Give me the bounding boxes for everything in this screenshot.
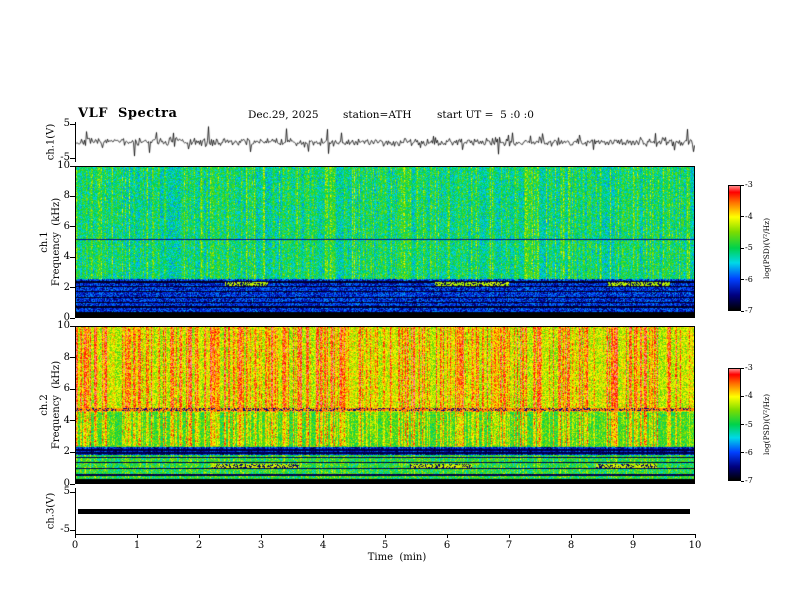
- cbar2-tick-mark: [741, 480, 744, 482]
- cbar1-tick-label: -5: [745, 243, 753, 252]
- ch1-waveform-trace: [75, 122, 695, 162]
- cbar1-tick-label: -4: [745, 211, 753, 221]
- wave3-ytick-mark: [70, 491, 75, 493]
- cbar2-tick-label: -7: [745, 476, 753, 485]
- ch3-flat-line: [78, 509, 690, 514]
- time-tick-mark: [571, 534, 572, 538]
- spec1-ytick-mark: [70, 165, 75, 167]
- spec2-ytick-label: 8: [63, 351, 70, 363]
- time-tick-mark: [75, 534, 76, 538]
- cbar2-tick-label: -3: [745, 363, 753, 372]
- spec2-ytick-mark: [70, 325, 75, 327]
- header-start-ut: start UT = 5 :0 :0: [437, 109, 534, 121]
- wave3-ytick-label: -5: [60, 524, 70, 535]
- spec1-ytick-label: 2: [63, 281, 70, 293]
- ch2-frequency-axis: ch.2 Frequency (kHz): [34, 326, 68, 484]
- colorbar-ch2: [728, 368, 741, 481]
- wave3-ytick-mark: [70, 529, 75, 531]
- time-tick-label: 4: [319, 540, 327, 551]
- spec2-ytick-mark: [70, 357, 75, 359]
- cbar2-tick-mark: [741, 367, 744, 369]
- cbar2-tick-mark: [741, 452, 744, 454]
- cbar1-tick-mark: [741, 216, 744, 217]
- ch1-waveform-left-axis: [75, 122, 76, 162]
- ch2-spectrogram-panel: [75, 326, 695, 484]
- spec1-ytick-mark: [70, 287, 75, 289]
- time-tick-mark: [261, 534, 262, 538]
- cbar2-tick-mark: [741, 424, 744, 425]
- ch2-spectrogram: [76, 327, 694, 483]
- wave1-ytick-label: -5: [60, 152, 70, 163]
- cbar2-tick-mark: [741, 395, 744, 397]
- cbar1-tick-mark: [741, 279, 744, 280]
- spec2-ytick-mark: [70, 420, 75, 422]
- time-axis-label: Time (min): [367, 552, 427, 563]
- time-tick-mark: [509, 534, 510, 538]
- spec1-ytick-mark: [70, 226, 75, 228]
- time-tick-label: 5: [381, 540, 389, 551]
- time-tick-label: 0: [71, 540, 79, 551]
- cbar1-tick-label: -6: [745, 274, 753, 284]
- spec1-ytick-mark: [70, 256, 75, 258]
- ch3-left-axis: [75, 488, 76, 534]
- time-tick-mark: [385, 534, 386, 538]
- spec2-ytick-mark: [70, 451, 75, 453]
- spec2-ytick-label: 2: [63, 446, 70, 458]
- vlf-spectra-figure: VLF Spectra Dec.29, 2025 station=ATH sta…: [0, 0, 792, 612]
- colorbar1-label: log(PSD)(V²/Hz): [762, 217, 772, 279]
- wave1-ytick-mark: [70, 123, 75, 125]
- spec1-ytick-label: 8: [63, 190, 70, 202]
- ch2-frequency-axis-label: ch.2 Frequency (kHz): [39, 361, 63, 449]
- time-tick-label: 9: [629, 540, 637, 551]
- wave3-ytick-label: 5: [63, 486, 70, 497]
- time-tick-label: 2: [195, 540, 203, 551]
- time-tick-label: 8: [567, 540, 575, 551]
- wave1-ytick-label: 5: [63, 118, 70, 129]
- wave1-ytick-mark: [70, 157, 75, 159]
- cbar2-tick-label: -6: [745, 447, 753, 457]
- colorbar2-label: log(PSD)(V²/Hz): [762, 393, 772, 456]
- ch1-spectrogram: [76, 167, 694, 317]
- cbar1-tick-label: -3: [745, 180, 753, 189]
- ch2-axis-channel: ch.2: [39, 394, 51, 416]
- spec1-ytick-mark: [70, 195, 75, 197]
- cbar1-tick-mark: [741, 310, 744, 312]
- spec1-ytick-label: 6: [63, 220, 70, 232]
- spec2-ytick-mark: [70, 483, 75, 485]
- header-date: Dec.29, 2025: [248, 109, 319, 121]
- spec1-ytick-mark: [70, 317, 75, 319]
- cbar2-tick-label: -4: [745, 391, 753, 401]
- ch1-frequency-axis-label: ch.1 Frequency (kHz): [39, 198, 63, 286]
- spec1-ytick-label: 4: [63, 251, 70, 263]
- figure-title: VLF Spectra: [78, 106, 178, 121]
- ch1-axis-frequency: Frequency (kHz): [51, 197, 63, 287]
- time-tick-label: 3: [257, 540, 265, 551]
- colorbar-ch1: [728, 185, 741, 311]
- cbar1-tick-mark: [741, 247, 744, 249]
- cbar2-tick-label: -5: [745, 419, 753, 429]
- time-tick-mark: [633, 534, 634, 538]
- cbar1-tick-label: -7: [745, 306, 753, 315]
- ch1-axis-channel: ch.1: [39, 231, 51, 253]
- header-station: station=ATH: [343, 109, 412, 121]
- colorbar1-axis: log(PSD)(V²/Hz): [758, 185, 776, 311]
- ch1-frequency-axis: ch.1 Frequency (kHz): [34, 166, 68, 318]
- time-tick-label: 6: [443, 540, 451, 551]
- ch1-spectrogram-panel: [75, 166, 695, 318]
- time-tick-label: 1: [133, 540, 141, 551]
- spec2-ytick-mark: [70, 388, 75, 390]
- cbar1-tick-mark: [741, 184, 744, 186]
- time-tick-mark: [447, 534, 448, 538]
- time-tick-label: 10: [688, 540, 702, 551]
- time-tick-mark: [199, 534, 200, 538]
- spec2-ytick-label: 10: [57, 320, 70, 331]
- spec2-ytick-label: 4: [63, 414, 70, 426]
- time-tick-mark: [323, 534, 324, 538]
- time-tick-mark: [695, 534, 696, 538]
- colorbar2-axis: log(PSD)(V²/Hz): [758, 368, 776, 481]
- spec2-ytick-label: 6: [63, 383, 70, 395]
- time-tick-label: 7: [505, 540, 513, 551]
- ch2-axis-frequency: Frequency (kHz): [51, 360, 63, 450]
- time-tick-mark: [137, 534, 138, 538]
